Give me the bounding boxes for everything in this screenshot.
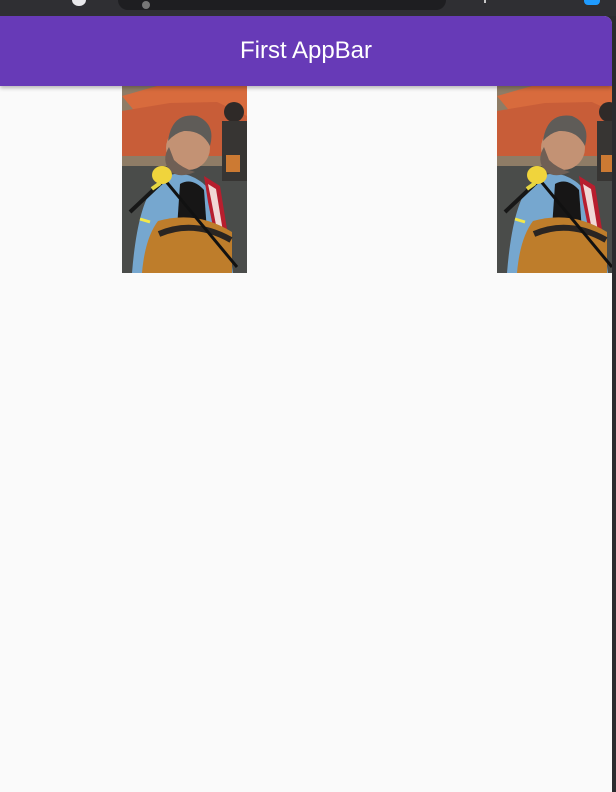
app-window: First AppBar: [0, 16, 612, 792]
app-bar-title: First AppBar: [239, 37, 373, 64]
musician-photo: [122, 86, 247, 273]
musician-photo: [497, 86, 612, 273]
browser-top-frame: [0, 0, 616, 16]
browser-address-bar[interactable]: [118, 0, 446, 10]
window-right-border: [612, 16, 616, 792]
musician-photo-image: [122, 86, 247, 273]
browser-separator: [484, 0, 486, 3]
app-bar: First AppBar: [0, 16, 612, 86]
lock-icon: [142, 1, 150, 9]
browser-menu-icon[interactable]: [72, 0, 86, 6]
browser-extension-icon[interactable]: [584, 0, 600, 5]
musician-photo-image: [497, 86, 612, 273]
